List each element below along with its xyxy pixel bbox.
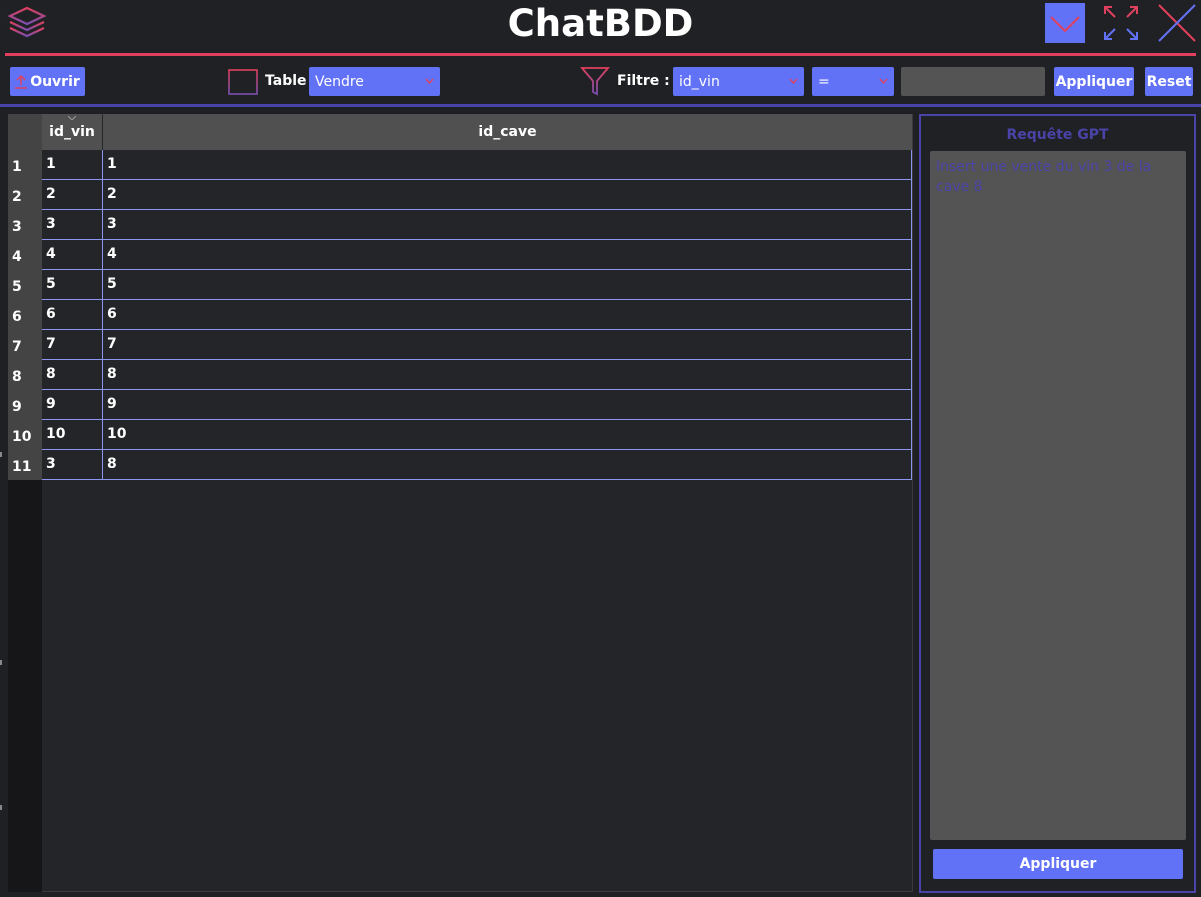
close-icon <box>1158 4 1196 42</box>
row-number[interactable]: 9 <box>8 390 42 420</box>
row-number[interactable]: 1 <box>8 150 42 180</box>
cell-id-cave[interactable]: 6 <box>103 300 912 330</box>
table-select-value: Vendre <box>315 73 364 90</box>
maximize-button[interactable] <box>1101 3 1141 43</box>
cell-id-cave[interactable]: 1 <box>103 150 912 180</box>
row-number[interactable]: 11 <box>8 450 42 480</box>
row-number[interactable]: 3 <box>8 210 42 240</box>
cell-id-cave[interactable]: 8 <box>103 360 912 390</box>
cell-id-cave[interactable]: 8 <box>103 450 912 480</box>
table-row[interactable]: 6 6 6 <box>8 300 912 330</box>
table-select[interactable]: Vendre <box>309 67 440 96</box>
filter-column-value: id_vin <box>679 73 720 90</box>
cell-id-cave[interactable]: 10 <box>103 420 912 450</box>
table-row[interactable]: 9 9 9 <box>8 390 912 420</box>
table-body: 1 1 1 2 2 2 3 3 3 4 4 4 5 5 5 6 6 6 7 7 … <box>8 150 912 480</box>
cell-id-vin[interactable]: 7 <box>42 330 103 360</box>
row-number[interactable]: 8 <box>8 360 42 390</box>
filter-reset-button[interactable]: Reset <box>1145 67 1193 96</box>
filter-operator-value: = <box>818 73 830 90</box>
cell-id-cave[interactable]: 9 <box>103 390 912 420</box>
resize-handle-mark <box>0 452 2 457</box>
table-row[interactable]: 5 5 5 <box>8 270 912 300</box>
cell-id-vin[interactable]: 1 <box>42 150 103 180</box>
table-corner-button[interactable] <box>8 114 42 150</box>
cell-id-vin[interactable]: 10 <box>42 420 103 450</box>
minimize-button[interactable] <box>1045 3 1085 43</box>
open-button[interactable]: Ouvrir <box>10 67 85 96</box>
close-button[interactable] <box>1157 3 1197 43</box>
row-number[interactable]: 4 <box>8 240 42 270</box>
cell-id-vin[interactable]: 3 <box>42 210 103 240</box>
filter-funnel-icon <box>580 67 610 96</box>
cell-id-vin[interactable]: 5 <box>42 270 103 300</box>
filter-label: Filtre : <box>617 73 670 89</box>
table-row[interactable]: 4 4 4 <box>8 240 912 270</box>
gpt-query-input[interactable]: Insert une vente du vin 3 de la cave 8 <box>930 151 1186 840</box>
row-number[interactable]: 6 <box>8 300 42 330</box>
cell-id-cave[interactable]: 4 <box>103 240 912 270</box>
table-row[interactable]: 11 3 8 <box>8 450 912 480</box>
title-divider <box>5 53 1196 56</box>
toolbar-divider <box>0 104 1201 107</box>
expand-arrows-icon <box>1104 6 1138 40</box>
row-number[interactable]: 5 <box>8 270 42 300</box>
cell-id-vin[interactable]: 8 <box>42 360 103 390</box>
chevron-down-icon <box>1050 16 1080 33</box>
title-bar[interactable] <box>0 0 1201 52</box>
cell-id-vin[interactable]: 9 <box>42 390 103 420</box>
table-row[interactable]: 2 2 2 <box>8 180 912 210</box>
row-number[interactable]: 7 <box>8 330 42 360</box>
table-row[interactable]: 3 3 3 <box>8 210 912 240</box>
cell-id-vin[interactable]: 6 <box>42 300 103 330</box>
table-row[interactable]: 1 1 1 <box>8 150 912 180</box>
cell-id-vin[interactable]: 2 <box>42 180 103 210</box>
filter-column-select[interactable]: id_vin <box>673 67 804 96</box>
column-header-id-cave[interactable]: id_cave <box>103 114 912 150</box>
filter-operator-select[interactable]: = <box>812 67 894 96</box>
row-number[interactable]: 2 <box>8 180 42 210</box>
gpt-apply-button[interactable]: Appliquer <box>933 849 1183 879</box>
chevron-down-icon <box>879 78 888 84</box>
cell-id-cave[interactable]: 5 <box>103 270 912 300</box>
filter-apply-button[interactable]: Appliquer <box>1054 67 1134 96</box>
cell-id-vin[interactable]: 3 <box>42 450 103 480</box>
chevron-down-icon <box>425 78 434 84</box>
table-label: Table <box>265 73 307 89</box>
table-grid-icon <box>228 69 258 95</box>
sort-indicator-icon <box>68 116 76 120</box>
upload-icon <box>15 74 28 89</box>
gpt-panel-title: Requête GPT <box>1006 127 1109 143</box>
cell-id-vin[interactable]: 4 <box>42 240 103 270</box>
filter-value-input[interactable] <box>901 67 1045 96</box>
resize-handle-mark <box>0 660 2 665</box>
resize-handle-mark <box>0 805 2 810</box>
table-row[interactable]: 10 10 10 <box>8 420 912 450</box>
cell-id-cave[interactable]: 3 <box>103 210 912 240</box>
layers-icon <box>7 6 47 38</box>
chevron-down-icon <box>789 78 798 84</box>
open-button-label: Ouvrir <box>30 73 80 90</box>
row-number[interactable]: 10 <box>8 420 42 450</box>
cell-id-cave[interactable]: 2 <box>103 180 912 210</box>
table-row[interactable]: 8 8 8 <box>8 360 912 390</box>
cell-id-cave[interactable]: 7 <box>103 330 912 360</box>
table-row[interactable]: 7 7 7 <box>8 330 912 360</box>
